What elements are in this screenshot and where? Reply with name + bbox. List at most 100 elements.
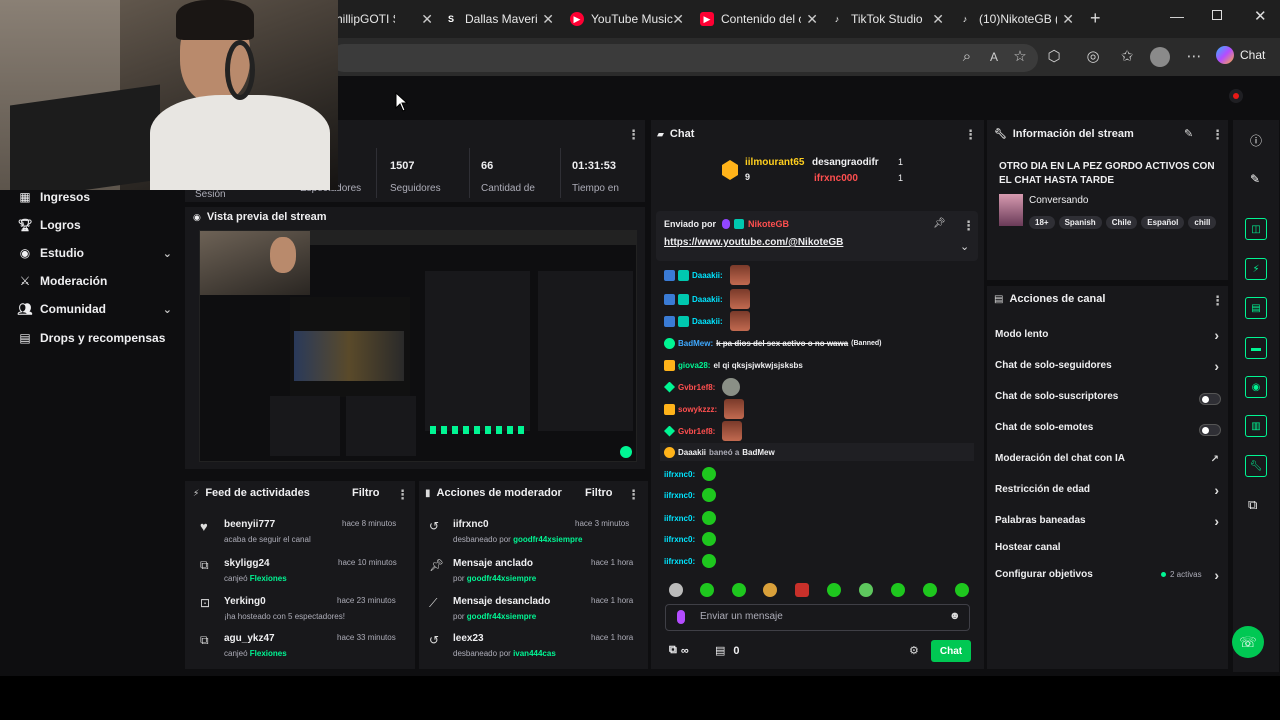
extensions-icon[interactable]: ⬡	[1043, 46, 1065, 68]
slow-mode-action[interactable]: Modo lento ›	[995, 327, 1225, 345]
sidebar-item-comunidad[interactable]: 👥︎ Comunidad ⌄	[17, 298, 178, 320]
notes-icon[interactable]: ▤	[1245, 297, 1267, 319]
ban-target[interactable]: BadMew	[742, 448, 774, 457]
chat-message[interactable]: Daaakii:	[664, 265, 750, 285]
settings-gear-icon[interactable]: ⚙	[909, 644, 919, 657]
ai-moderation-action[interactable]: Moderación del chat con IA ↗	[995, 453, 1225, 469]
list-item[interactable]: ⧉ agu_ykz47 hace 33 minutos canjeó Flexi…	[190, 633, 412, 667]
chat-username[interactable]: giova28:	[678, 361, 710, 370]
favorite-star-icon[interactable]: ☆	[1009, 46, 1031, 68]
sidebar-item-ingresos[interactable]: ▦ Ingresos	[18, 186, 178, 208]
more-icon[interactable]: ⋮	[1211, 293, 1224, 309]
stream-preview-video[interactable]	[199, 230, 637, 462]
chat-username[interactable]: Daaakii:	[692, 271, 723, 280]
channel-points[interactable]: ⧉ ∞	[669, 644, 689, 657]
tag[interactable]: Spanish	[1058, 216, 1102, 229]
pin-icon[interactable]: 📌︎	[933, 218, 946, 229]
leaderboard-user[interactable]: ifrxnc000	[814, 173, 858, 184]
chat-message[interactable]: iifrxnc0:	[664, 466, 717, 482]
emote-only-action[interactable]: Chat de solo-emotes	[995, 422, 1225, 438]
emote-button[interactable]	[891, 583, 905, 597]
chat-username[interactable]: Gvbr1ef8:	[678, 427, 715, 436]
list-item[interactable]: ↺ leex23 hace 1 hora desbaneado por ivan…	[419, 633, 644, 667]
chat-username[interactable]: iifrxnc0:	[664, 557, 695, 566]
copilot-chat-button[interactable]: Chat	[1216, 46, 1265, 64]
age-restriction-action[interactable]: Restricción de edad ›	[995, 482, 1225, 500]
chevron-down-icon[interactable]: ⌄	[960, 240, 969, 253]
send-chat-button[interactable]: Chat	[931, 640, 971, 662]
close-window-icon[interactable]: ✕	[1254, 7, 1267, 25]
chat-message[interactable]: Daaakii:	[664, 311, 750, 331]
chat-message[interactable]: giova28: el qi qksjsjwkwjsjsksbs	[664, 357, 803, 373]
more-icon[interactable]: ⋮	[396, 487, 409, 503]
chat-username[interactable]: Daaakii:	[692, 317, 723, 326]
browser-tab[interactable]: hillipGOTI Stre ✕	[330, 6, 435, 32]
tag[interactable]: Español	[1141, 216, 1185, 229]
browser-tab[interactable]: ♪ TikTok Studio ✕	[824, 6, 946, 32]
chat-username[interactable]: sowykzzz:	[678, 405, 717, 414]
tag[interactable]: 18+	[1029, 216, 1055, 229]
list-item[interactable]: ⟋ Mensaje desanclado hace 1 hora por goo…	[419, 596, 644, 630]
list-item[interactable]: ⊡ Yerking0 hace 23 minutos ¡ha hosteado …	[190, 596, 412, 630]
chat-username[interactable]: iifrxnc0:	[664, 470, 695, 479]
banned-words-action[interactable]: Palabras baneadas ›	[995, 513, 1225, 531]
emote-button[interactable]	[795, 583, 809, 597]
add-action-icon[interactable]: ⧉	[1248, 497, 1257, 513]
wrench-icon[interactable]: 🔧︎	[1245, 455, 1267, 477]
sidebar-item-logros[interactable]: 🏆︎ Logros	[17, 214, 178, 236]
emote-button[interactable]	[669, 583, 683, 597]
sidebar-item-moderacion[interactable]: ⚔︎ Moderación	[18, 270, 178, 292]
clip-icon[interactable]: ◫	[1245, 218, 1267, 240]
chat-message[interactable]: Gvbr1ef8:	[664, 378, 741, 396]
emote-button[interactable]	[827, 583, 841, 597]
emote-picker-icon[interactable]: ☻	[949, 610, 961, 622]
mod-filter-button[interactable]: Filtro	[585, 487, 613, 499]
more-icon[interactable]: ⋮	[1211, 127, 1224, 143]
minimize-icon[interactable]: —	[1170, 8, 1184, 24]
subs-only-toggle[interactable]	[1199, 393, 1221, 405]
broadcast-icon[interactable]: ◉	[1245, 376, 1267, 398]
chat-message[interactable]: iifrxnc0:	[664, 553, 717, 569]
performance-icon[interactable]: ◎	[1082, 46, 1104, 68]
list-item[interactable]: ⧉ skyligg24 hace 10 minutos canjeó Flexi…	[190, 558, 412, 592]
tag[interactable]: chill	[1188, 216, 1217, 229]
more-menu-icon[interactable]: ⋯	[1183, 46, 1205, 68]
activity-filter-button[interactable]: Filtro	[352, 487, 380, 499]
profile-avatar[interactable]	[1150, 47, 1170, 67]
chat-username[interactable]: iifrxnc0:	[664, 514, 695, 523]
chat-message[interactable]: BadMew: k pa dios del sex activo o no waw…	[664, 335, 882, 351]
chat-username[interactable]: Gvbr1ef8:	[678, 383, 715, 392]
browser-tab[interactable]: ♪ (10)NikoteGB (@ ✕	[952, 6, 1076, 32]
tag[interactable]: Chile	[1105, 216, 1138, 229]
edit-icon[interactable]: ✎	[1250, 172, 1260, 186]
more-icon[interactable]: ⋮	[627, 127, 640, 143]
chat-username[interactable]: Daaakii:	[692, 295, 723, 304]
emote-only-toggle[interactable]	[1199, 424, 1221, 436]
chat-message[interactable]: Daaakii:	[664, 289, 750, 309]
chat-bubble-icon[interactable]: ▬	[1245, 337, 1267, 359]
emote-button[interactable]	[763, 583, 777, 597]
close-icon[interactable]: ✕	[1062, 11, 1074, 28]
leaderboard-user[interactable]: desangraodifr	[812, 157, 879, 168]
bits-icon[interactable]	[677, 610, 685, 624]
browser-tab[interactable]: ▶ YouTube Music ✕	[564, 6, 686, 32]
ban-moderator[interactable]: Daaakii	[678, 448, 706, 457]
chat-username[interactable]: iifrxnc0:	[664, 535, 695, 544]
lightning-icon[interactable]: ⚡︎	[1245, 258, 1267, 280]
pinned-link[interactable]: https://www.youtube.com/@NikoteGB	[664, 237, 843, 248]
read-aloud-icon[interactable]: A	[983, 46, 1005, 68]
category-boxart[interactable]	[999, 194, 1023, 226]
gift-counter[interactable]: ▤ 0	[715, 644, 740, 658]
list-item[interactable]: ↺ iifrxnc0 hace 3 minutos desbaneado por…	[419, 519, 644, 553]
host-channel-action[interactable]: Hostear canal	[995, 542, 1225, 558]
chat-message[interactable]: iifrxnc0:	[664, 487, 717, 503]
ad-icon[interactable]: ▥	[1245, 415, 1267, 437]
url-field[interactable]	[330, 44, 1038, 72]
list-item[interactable]: ♥ beenyii777 hace 8 minutos acaba de seg…	[190, 519, 412, 553]
emote-button[interactable]	[859, 583, 873, 597]
chat-message[interactable]: iifrxnc0:	[664, 531, 717, 547]
close-icon[interactable]: ✕	[806, 11, 818, 28]
help-support-button[interactable]: ☏	[1232, 626, 1264, 658]
chat-message[interactable]: Gvbr1ef8:	[664, 421, 743, 441]
browser-tab[interactable]: ▶ Contenido del canal ✕	[694, 6, 820, 32]
